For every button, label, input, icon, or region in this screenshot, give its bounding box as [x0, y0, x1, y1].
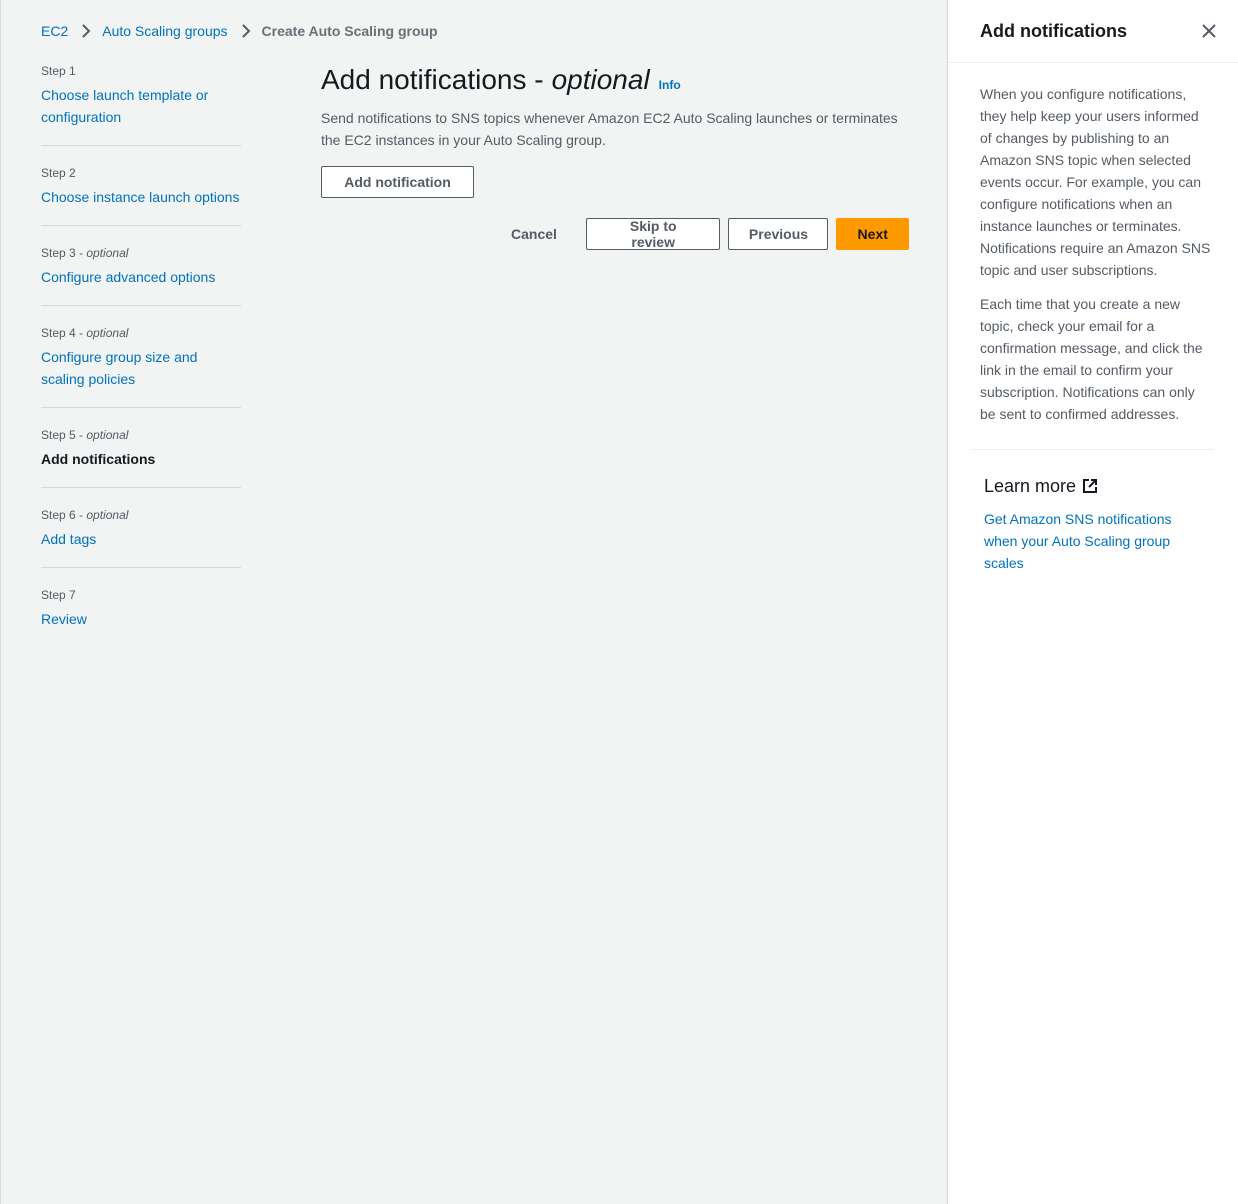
step-7: Step 7 Review	[41, 586, 241, 647]
help-panel-title: Add notifications	[980, 21, 1127, 41]
wizard-actions: Cancel Skip to review Previous Next	[491, 218, 909, 250]
page-description: Send notifications to SNS topics wheneve…	[321, 110, 898, 148]
step-number: Step 7	[41, 588, 76, 602]
step-number: Step 5 - optional	[41, 428, 129, 442]
learn-more-title: Learn more	[984, 474, 1214, 498]
page-title-optional: optional	[551, 64, 650, 95]
breadcrumb-auto-scaling-groups[interactable]: Auto Scaling groups	[102, 23, 227, 39]
page-title-text: Add notifications -	[321, 64, 544, 95]
step-number: Step 6 - optional	[41, 508, 129, 522]
help-panel: Add notifications When you configure not…	[947, 0, 1238, 1204]
chevron-right-icon	[235, 23, 257, 39]
help-paragraph: When you configure notifications, they h…	[980, 86, 1211, 278]
wizard-steps: Step 1 Choose launch template or configu…	[41, 62, 241, 665]
step-link-review[interactable]: Review	[41, 608, 241, 630]
breadcrumb: EC2 Auto Scaling groups Create Auto Scal…	[41, 21, 438, 41]
step-3: Step 3 - optional Configure advanced opt…	[41, 244, 241, 306]
step-link-advanced-options[interactable]: Configure advanced options	[41, 266, 241, 288]
step-number: Step 3 - optional	[41, 246, 129, 260]
previous-button[interactable]: Previous	[728, 218, 829, 250]
external-link-icon	[1083, 479, 1098, 493]
chevron-right-icon	[75, 23, 97, 39]
cancel-button[interactable]: Cancel	[491, 218, 577, 250]
step-current-add-notifications: Add notifications	[41, 451, 156, 467]
step-4: Step 4 - optional Configure group size a…	[41, 324, 241, 408]
step-1: Step 1 Choose launch template or configu…	[41, 62, 241, 146]
page-content: Add notifications - optional Info Send n…	[321, 60, 911, 151]
step-link-group-size[interactable]: Configure group size and scaling policie…	[41, 346, 241, 390]
info-link[interactable]: Info	[659, 65, 681, 105]
learn-more-section: Learn more Get Amazon SNS notifications …	[948, 450, 1238, 574]
step-number: Step 4 - optional	[41, 326, 129, 340]
learn-more-link[interactable]: Get Amazon SNS notifications when your A…	[984, 508, 1184, 574]
close-icon[interactable]	[1198, 20, 1220, 42]
step-5: Step 5 - optional Add notifications	[41, 426, 241, 488]
main-content: EC2 Auto Scaling groups Create Auto Scal…	[0, 0, 947, 1204]
step-number: Step 2	[41, 166, 76, 180]
add-notification-button[interactable]: Add notification	[321, 166, 474, 198]
step-6: Step 6 - optional Add tags	[41, 506, 241, 568]
help-panel-header: Add notifications	[948, 0, 1238, 63]
help-paragraph: Each time that you create a new topic, c…	[980, 296, 1203, 422]
step-number: Step 1	[41, 64, 76, 78]
step-2: Step 2 Choose instance launch options	[41, 164, 241, 226]
step-link-launch-template[interactable]: Choose launch template or configuration	[41, 84, 241, 128]
page-title: Add notifications - optional Info	[321, 60, 911, 105]
help-panel-body: When you configure notifications, they h…	[948, 63, 1238, 425]
breadcrumb-ec2[interactable]: EC2	[41, 23, 68, 39]
skip-to-review-button[interactable]: Skip to review	[585, 218, 721, 250]
step-link-instance-launch-options[interactable]: Choose instance launch options	[41, 186, 241, 208]
breadcrumb-current: Create Auto Scaling group	[261, 23, 438, 39]
step-link-add-tags[interactable]: Add tags	[41, 528, 241, 550]
learn-more-title-text: Learn more	[984, 476, 1077, 496]
next-button[interactable]: Next	[836, 218, 909, 250]
